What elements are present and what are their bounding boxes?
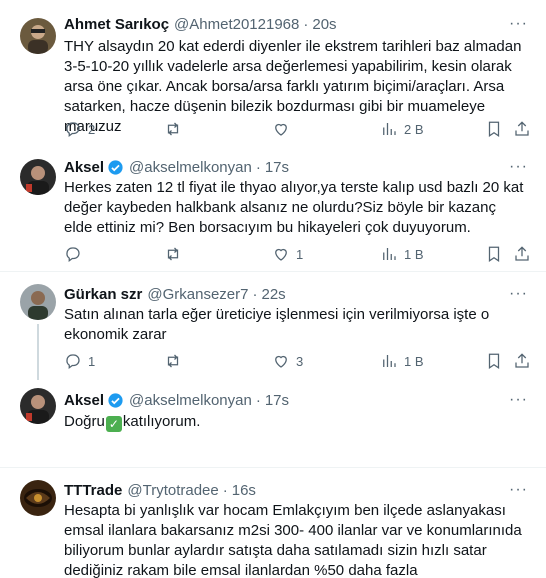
like-count: 3: [296, 353, 304, 369]
tweet-text: Hesapta bi yanlışlık var hocam Emlakçıyı…: [64, 502, 522, 578]
share-icon: [515, 121, 529, 136]
retweet-button[interactable]: [164, 351, 182, 371]
reply-button[interactable]: [64, 244, 82, 264]
share-button[interactable]: [513, 244, 531, 264]
views-icon: [383, 123, 396, 135]
bookmark-button[interactable]: [485, 244, 503, 264]
bookmark-icon: [488, 121, 500, 137]
more-options-icon[interactable]: ···: [509, 157, 528, 177]
timestamp[interactable]: 22s: [261, 286, 285, 303]
reply-count: 1: [88, 353, 96, 369]
tweet-actions: 1 3 1 B: [64, 351, 532, 371]
thread-line: [37, 324, 39, 380]
like-count: 1: [296, 246, 304, 262]
share-button[interactable]: [513, 119, 531, 139]
views-count: 2 B: [404, 121, 424, 137]
more-options-icon[interactable]: ···: [509, 14, 528, 34]
separator-dot: ·: [252, 285, 258, 303]
bookmark-icon: [488, 246, 500, 262]
author-name[interactable]: Gürkan szr: [64, 286, 142, 303]
views-button[interactable]: 1 B: [380, 351, 424, 371]
author-name[interactable]: TTTrade: [64, 482, 122, 499]
tweet-header: TTTrade @Trytotradee · 16s: [64, 480, 532, 500]
verified-badge-icon: [108, 392, 123, 408]
tweet-5[interactable]: TTTrade @Trytotradee · 16s ··· Hesapta b…: [0, 468, 546, 578]
share-button[interactable]: [513, 351, 531, 371]
like-button[interactable]: [272, 119, 290, 139]
reply-icon: [66, 354, 80, 370]
avatar[interactable]: [20, 18, 56, 54]
author-name[interactable]: Ahmet Sarıkoç: [64, 16, 169, 33]
author-handle[interactable]: @Trytotradee: [127, 482, 218, 499]
reply-button[interactable]: 1: [64, 351, 95, 371]
timestamp[interactable]: 17s: [265, 392, 289, 409]
reply-button[interactable]: 2: [64, 119, 95, 139]
heart-icon: [275, 248, 287, 261]
author-name[interactable]: Aksel: [64, 392, 104, 409]
tweet-text-end: katılıyorum.: [122, 413, 201, 430]
tweet-2[interactable]: Aksel @akselmelkonyan · 17s ··· Herkes z…: [0, 147, 546, 270]
bookmark-icon: [488, 353, 500, 369]
timestamp[interactable]: 20s: [312, 16, 336, 33]
tweet-1[interactable]: Ahmet Sarıkoç @Ahmet20121968 · 20s ··· T…: [0, 0, 546, 147]
verified-badge-icon: [108, 159, 123, 175]
share-icon: [515, 353, 529, 368]
retweet-icon: [167, 354, 179, 368]
tweet-text: Satın alınan tarla eğer üreticiye işlenm…: [64, 306, 490, 343]
avatar[interactable]: [20, 284, 56, 320]
heart-icon: [275, 123, 287, 136]
tweet-text: Herkes zaten 12 tl fiyat ile thyao alıyo…: [64, 179, 524, 236]
tweet-header: Ahmet Sarıkoç @Ahmet20121968 · 20s: [64, 14, 532, 34]
bookmark-button[interactable]: [485, 351, 503, 371]
avatar[interactable]: [20, 388, 56, 424]
bookmark-button[interactable]: [485, 119, 503, 139]
tweet-actions: 2 2 B: [64, 119, 532, 139]
more-options-icon[interactable]: ···: [509, 390, 528, 410]
tweet-text-start: Doğru: [64, 413, 105, 430]
author-handle[interactable]: @Ahmet20121968: [174, 16, 299, 33]
heart-icon: [275, 355, 287, 368]
separator-dot: ·: [255, 158, 261, 176]
tweet-text: Doğru ✓ katılıyorum.: [64, 412, 526, 432]
timestamp[interactable]: 16s: [232, 482, 256, 499]
reply-count: 2: [88, 121, 96, 137]
tweet-header: Gürkan szr @Grkansezer7 · 22s: [64, 284, 532, 304]
tweet-3[interactable]: Gürkan szr @Grkansezer7 · 22s ··· Satın …: [0, 272, 546, 380]
retweet-icon: [167, 247, 179, 261]
timestamp[interactable]: 17s: [265, 159, 289, 176]
separator-dot: ·: [222, 481, 228, 499]
retweet-icon: [167, 122, 179, 136]
author-handle[interactable]: @akselmelkonyan: [129, 392, 252, 409]
views-count: 1 B: [404, 246, 424, 262]
views-button[interactable]: 1 B: [380, 244, 424, 264]
tweet-header: Aksel @akselmelkonyan · 17s: [64, 390, 532, 410]
check-mark-emoji-icon: ✓: [105, 416, 122, 432]
author-handle[interactable]: @akselmelkonyan: [129, 159, 252, 176]
views-button[interactable]: 2 B: [380, 119, 424, 139]
tweet-4[interactable]: Aksel @akselmelkonyan · 17s ··· Doğru ✓ ka…: [0, 380, 546, 466]
author-name[interactable]: Aksel: [64, 159, 104, 176]
separator-dot: ·: [303, 15, 309, 33]
views-count: 1 B: [404, 353, 424, 369]
retweet-button[interactable]: [164, 244, 182, 264]
tweet-header: Aksel @akselmelkonyan · 17s: [64, 157, 532, 177]
share-icon: [515, 246, 529, 261]
avatar[interactable]: [20, 480, 56, 516]
like-button[interactable]: 1: [272, 244, 303, 264]
separator-dot: ·: [255, 391, 261, 409]
views-icon: [383, 248, 396, 260]
more-options-icon[interactable]: ···: [509, 480, 528, 500]
reply-icon: [66, 247, 80, 263]
avatar[interactable]: [20, 159, 56, 195]
tweet-actions: 1 1 B: [64, 244, 532, 264]
author-handle[interactable]: @Grkansezer7: [147, 286, 248, 303]
more-options-icon[interactable]: ···: [509, 284, 528, 304]
retweet-button[interactable]: [164, 119, 182, 139]
reply-icon: [66, 122, 80, 138]
views-icon: [383, 355, 396, 367]
like-button[interactable]: 3: [272, 351, 303, 371]
